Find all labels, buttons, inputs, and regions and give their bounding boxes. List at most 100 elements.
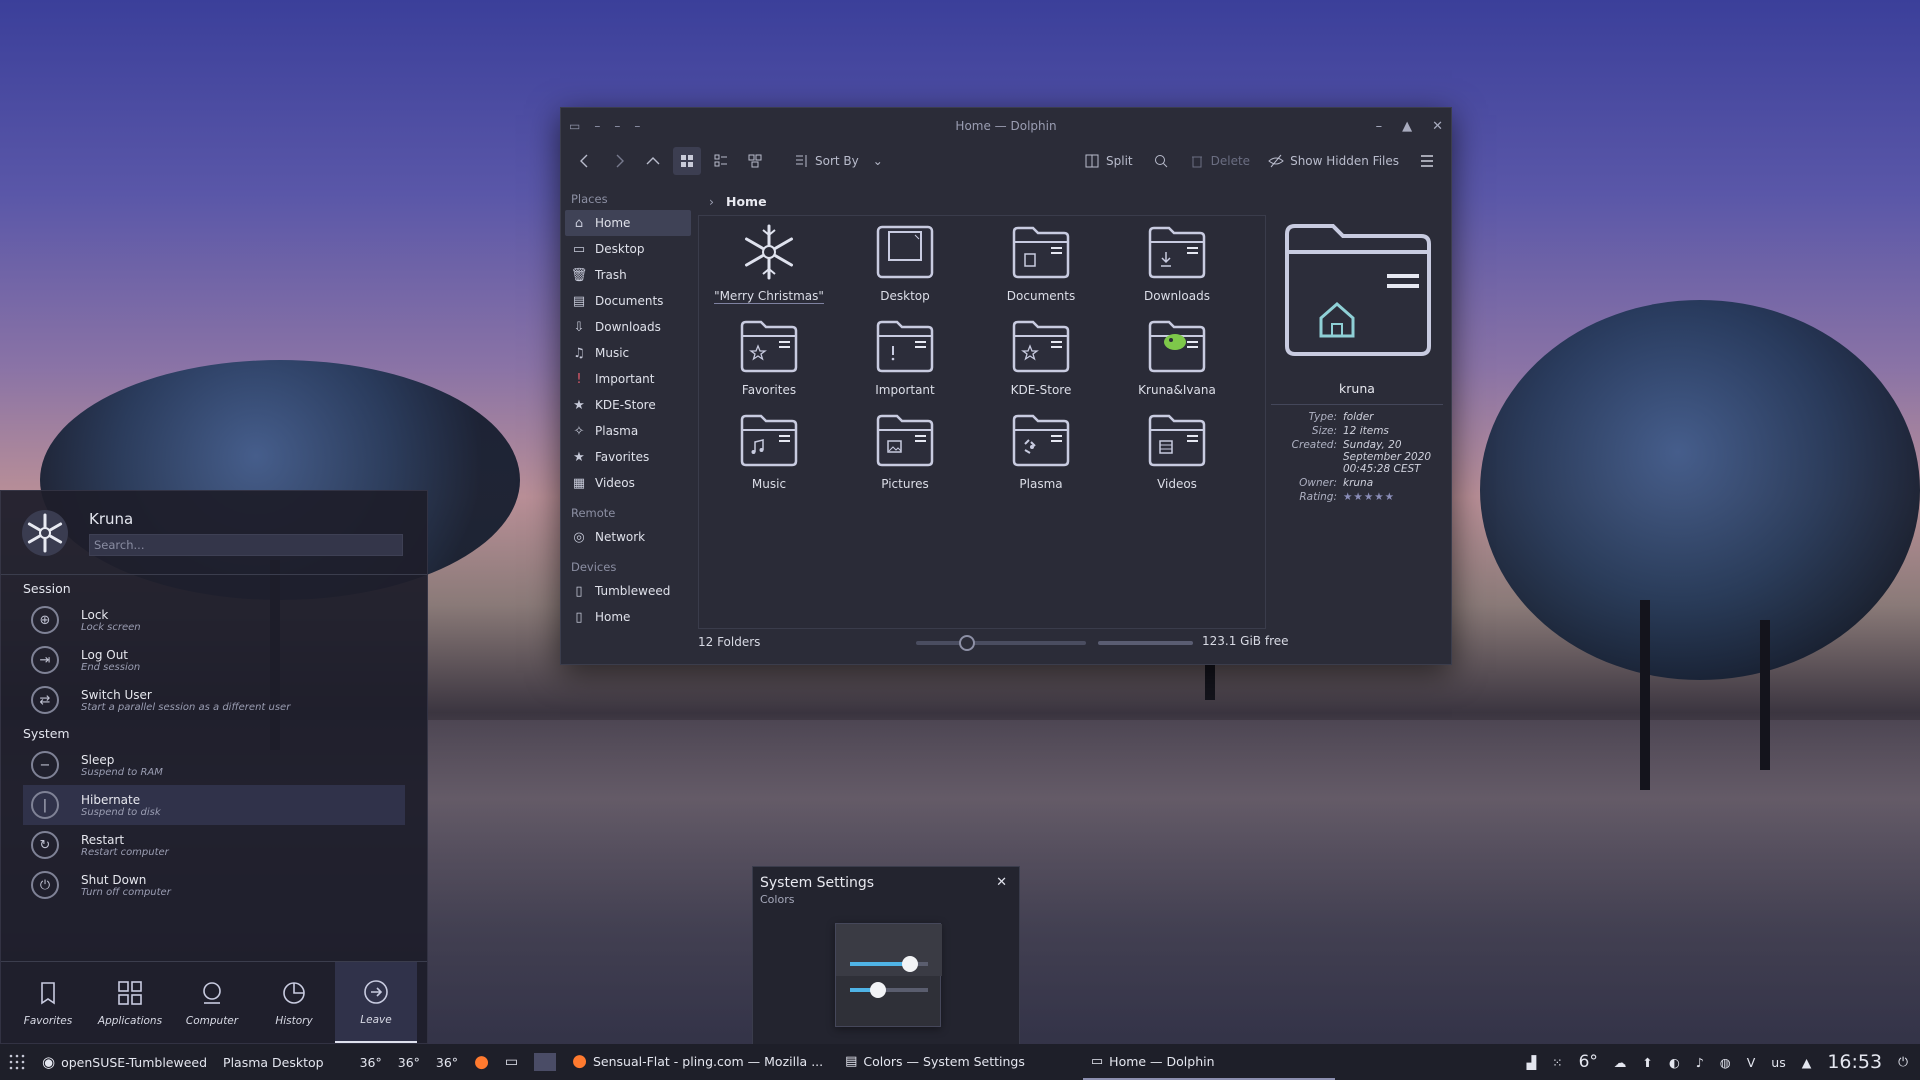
task-system-settings[interactable]: ▤ Colors — System Settings	[837, 1044, 1033, 1080]
leave-item-sleep[interactable]: − Sleep Suspend to RAM	[1, 745, 405, 785]
launcher-button[interactable]	[0, 1044, 34, 1080]
sidebar-item-music[interactable]: ♫ Music	[565, 340, 691, 366]
breadcrumb: › Home	[695, 188, 767, 214]
keyboard-layout[interactable]: us	[1771, 1055, 1785, 1070]
home-folder-preview-icon	[1285, 224, 1431, 356]
details-view-button[interactable]	[741, 147, 769, 175]
leave-item-title: Lock	[81, 607, 109, 622]
file-item[interactable]: Music	[701, 412, 837, 506]
sidebar-item-label: Important	[595, 372, 655, 386]
temp-3: 36°	[435, 1054, 459, 1070]
sidebar-item-label: Network	[595, 530, 646, 544]
task-dolphin[interactable]: ▭ Home — Dolphin	[1082, 1044, 1335, 1080]
sidebar-item-home[interactable]: ▯ Home	[565, 604, 691, 630]
volume-icon[interactable]: ◍	[1720, 1055, 1731, 1070]
file-item[interactable]: Favorites	[701, 318, 837, 412]
leave-item-log-out[interactable]: ⇥ Log Out End session	[1, 640, 405, 680]
tab-favorites[interactable]: Favorites	[7, 962, 89, 1043]
icons-view-button[interactable]	[673, 147, 701, 175]
sort-by-button[interactable]: Sort By ⌄	[789, 147, 887, 175]
tab-history[interactable]: History	[253, 962, 335, 1043]
close-icon[interactable]: ✕	[996, 875, 1007, 890]
leave-item-switch-user[interactable]: ⇄ Switch User Start a parallel session as …	[1, 680, 405, 720]
file-item[interactable]: "Merry Christmas"	[701, 224, 837, 318]
info-size-label: Size:	[1311, 425, 1337, 437]
expand-tray-icon[interactable]: ▲	[1802, 1055, 1812, 1070]
clock[interactable]: 16:53	[1827, 1051, 1882, 1073]
tab-applications[interactable]: Applications	[89, 962, 171, 1043]
rating-stars[interactable]: ★★★★★	[1343, 491, 1443, 503]
applications-icon	[118, 980, 142, 1005]
search-input[interactable]: Search...	[89, 533, 403, 556]
sidebar-item-favorites[interactable]: ★ Favorites	[565, 444, 691, 470]
search-button[interactable]	[1147, 147, 1175, 175]
file-item[interactable]: Videos	[1109, 412, 1245, 506]
sidebar-item-plasma[interactable]: ✧ Plasma	[565, 418, 691, 444]
file-item[interactable]: Kruna&Ivana	[1109, 318, 1245, 412]
sidebar-item-label: Downloads	[595, 320, 661, 334]
sidebar-item-trash[interactable]: 🗑 Trash	[565, 262, 691, 288]
signal-icon[interactable]: ▟	[1526, 1055, 1536, 1070]
file-item[interactable]: KDE-Store	[973, 318, 1109, 412]
sidebar-item-important[interactable]: ! Important	[565, 366, 691, 392]
sidebar-item-tumbleweed[interactable]: ▯ Tumbleweed	[565, 578, 691, 604]
file-item[interactable]: Downloads	[1109, 224, 1245, 318]
show-hidden-files-button[interactable]: Show Hidden Files	[1264, 147, 1403, 175]
user-avatar[interactable]	[21, 509, 69, 557]
switch-user-icon: ⇄	[31, 686, 59, 714]
breadcrumb-home[interactable]: Home	[726, 194, 767, 209]
temp-1: 36°	[359, 1054, 382, 1070]
night-color-icon[interactable]: ◐	[1669, 1055, 1680, 1070]
file-item[interactable]: Important	[837, 318, 973, 412]
pager[interactable]	[526, 1044, 564, 1080]
compact-view-button[interactable]	[707, 147, 735, 175]
power-icon[interactable]: ⏻	[1898, 1054, 1908, 1070]
tab-computer[interactable]: Computer	[171, 962, 253, 1043]
desktop-name[interactable]: Plasma Desktop	[215, 1044, 332, 1080]
delete-button[interactable]: Delete	[1185, 147, 1254, 175]
firefox-launcher[interactable]: ●	[466, 1044, 497, 1080]
task-firefox[interactable]: ● Sensual-Flat - pling.com — Mozilla ...	[564, 1044, 831, 1080]
file-item[interactable]: Desktop	[837, 224, 973, 318]
tab-leave[interactable]: Leave	[335, 962, 417, 1043]
temp-2: 36°	[397, 1054, 420, 1070]
favorites-icon	[41, 981, 55, 1004]
network-grid-icon[interactable]: ⁙	[1552, 1055, 1562, 1070]
file-item[interactable]: Pictures	[837, 412, 973, 506]
leave-item-shut-down[interactable]: ⏻ Shut Down Turn off computer	[1, 865, 405, 905]
weather-temp[interactable]: 6°	[1579, 1052, 1598, 1072]
dolphin-icon: ▭	[1090, 1053, 1104, 1069]
vpn-icon[interactable]: V	[1747, 1055, 1756, 1070]
system-settings-notification[interactable]: System Settings Colors ✕	[752, 866, 1020, 1046]
sidebar-item-home[interactable]: ⌂ Home	[565, 210, 691, 236]
file-item[interactable]: Documents	[973, 224, 1109, 318]
leave-item-hibernate[interactable]: | Hibernate Suspend to disk	[23, 785, 405, 825]
leave-item-lock[interactable]: ⊕ Lock Lock screen	[1, 600, 405, 640]
sidebar-item-documents[interactable]: ▤ Documents	[565, 288, 691, 314]
hamburger-menu-button[interactable]	[1413, 147, 1441, 175]
up-button[interactable]	[639, 147, 667, 175]
forward-button[interactable]	[605, 147, 633, 175]
drive-icon: ▯	[575, 583, 583, 599]
sidebar-item-label: Music	[595, 346, 630, 360]
zoom-slider[interactable]	[916, 635, 1086, 651]
leave-item-restart[interactable]: ↻ Restart Restart computer	[1, 825, 405, 865]
weather-icon[interactable]: ☁	[1614, 1055, 1627, 1070]
file-item[interactable]: Plasma	[973, 412, 1109, 506]
sidebar-item-kde-store[interactable]: ★ KDE-Store	[565, 392, 691, 418]
file-name: Favorites	[741, 383, 797, 397]
files-launcher[interactable]: ▭	[497, 1044, 526, 1080]
file-view[interactable]: "Merry Christmas" Desktop Documents Downloa…	[698, 215, 1266, 629]
split-button[interactable]: Split	[1080, 147, 1137, 175]
sidebar-item-network[interactable]: ◎ Network	[565, 524, 691, 550]
activity-switcher[interactable]: ◉ openSUSE-Tumbleweed	[34, 1044, 215, 1080]
updates-icon[interactable]: ⬆	[1642, 1055, 1652, 1070]
notifications-icon[interactable]: ♪	[1696, 1055, 1704, 1070]
back-button[interactable]	[571, 147, 599, 175]
zoom-slider-handle[interactable]	[958, 635, 975, 651]
sidebar-item-desktop[interactable]: ▭ Desktop	[565, 236, 691, 262]
task-label: Sensual-Flat - pling.com — Mozilla ...	[592, 1053, 824, 1069]
sidebar-item-downloads[interactable]: ⇩ Downloads	[565, 314, 691, 340]
breadcrumb-chevron-icon[interactable]: ›	[709, 194, 714, 209]
sidebar-item-videos[interactable]: ▦ Videos	[565, 470, 691, 496]
